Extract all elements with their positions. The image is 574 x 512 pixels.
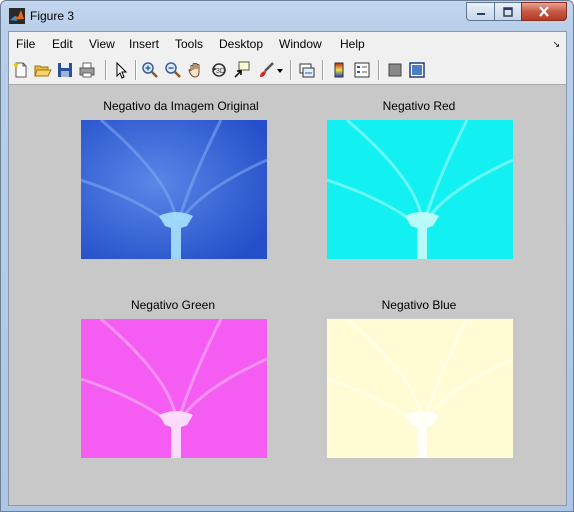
menu-tools[interactable]: Tools <box>175 37 203 51</box>
toolbar-separator <box>290 60 292 80</box>
brush-dropdown-icon[interactable] <box>275 61 285 79</box>
dock-figure-icon[interactable]: ↘ <box>552 39 560 50</box>
axes-title: Negativo Blue <box>381 298 457 312</box>
menu-bar: File Edit View Insert Tools Desktop Wind… <box>9 32 566 56</box>
data-cursor-icon[interactable] <box>233 61 251 79</box>
minimize-button[interactable] <box>466 2 494 21</box>
negative-image-blue[interactable] <box>327 319 513 458</box>
new-figure-icon[interactable] <box>12 61 30 79</box>
brush-icon[interactable] <box>257 61 275 79</box>
svg-text:3D: 3D <box>216 68 225 75</box>
hide-plot-tools-icon[interactable] <box>386 61 404 79</box>
link-plot-icon[interactable] <box>298 61 316 79</box>
negative-image-red[interactable] <box>327 120 513 259</box>
close-icon <box>539 6 549 17</box>
negative-image-green[interactable] <box>81 319 267 458</box>
menu-file[interactable]: File <box>16 37 35 51</box>
show-plot-tools-icon[interactable] <box>408 61 426 79</box>
print-icon[interactable] <box>78 61 96 79</box>
zoom-in-icon[interactable] <box>141 61 159 79</box>
legend-icon[interactable] <box>353 61 371 79</box>
matlab-logo-icon <box>9 8 25 24</box>
maximize-button[interactable] <box>494 2 521 21</box>
rotate-3d-icon[interactable]: 3D <box>210 61 228 79</box>
pointer-icon[interactable] <box>112 61 130 79</box>
figure-client-area: File Edit View Insert Tools Desktop Wind… <box>8 31 567 506</box>
axes-title: Negativo Red <box>382 99 456 113</box>
toolbar-separator <box>378 60 380 80</box>
menu-edit[interactable]: Edit <box>52 37 73 51</box>
title-bar[interactable]: Figure 3 <box>1 1 573 31</box>
close-button[interactable] <box>521 2 567 21</box>
menu-insert[interactable]: Insert <box>129 37 159 51</box>
menu-window[interactable]: Window <box>279 37 322 51</box>
menu-desktop[interactable]: Desktop <box>219 37 263 51</box>
negative-image-original[interactable] <box>81 120 267 259</box>
menu-view[interactable]: View <box>89 37 115 51</box>
maximize-icon <box>503 6 513 17</box>
zoom-out-icon[interactable] <box>164 61 182 79</box>
toolbar-separator <box>135 60 137 80</box>
figure-window: Figure 3 File Edit View Insert Tools Des… <box>0 0 574 512</box>
menu-help[interactable]: Help <box>340 37 365 51</box>
pan-hand-icon[interactable] <box>187 61 205 79</box>
figure-toolbar: 3D <box>9 56 566 85</box>
open-file-icon[interactable] <box>34 61 52 79</box>
colorbar-icon[interactable] <box>330 61 348 79</box>
toolbar-separator <box>105 60 107 80</box>
window-title: Figure 3 <box>30 9 75 23</box>
minimize-icon <box>476 12 485 15</box>
save-icon[interactable] <box>56 61 74 79</box>
toolbar-separator <box>322 60 324 80</box>
